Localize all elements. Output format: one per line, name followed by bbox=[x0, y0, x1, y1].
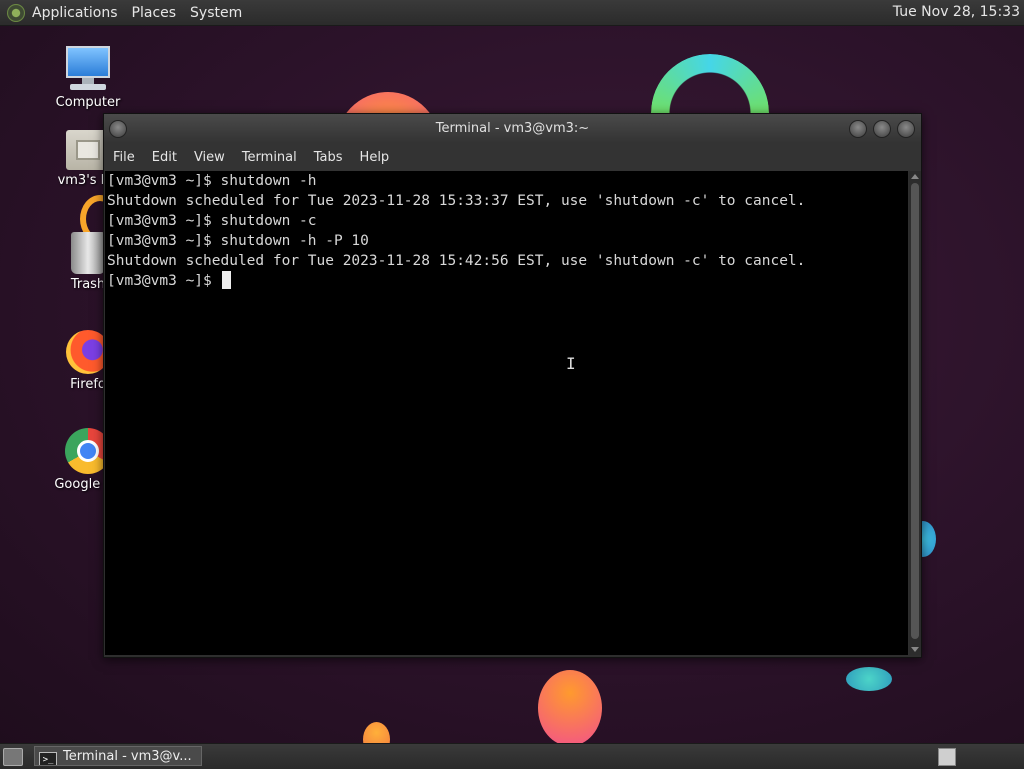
terminal-line: [vm3@vm3 ~]$ shutdown -c bbox=[107, 213, 317, 229]
menu-edit[interactable]: Edit bbox=[152, 150, 177, 165]
terminal-scrollbar[interactable] bbox=[909, 171, 921, 655]
menu-terminal[interactable]: Terminal bbox=[242, 150, 297, 165]
desktop-icon-label: Computer bbox=[55, 95, 121, 110]
minimize-button[interactable] bbox=[849, 120, 867, 138]
trash-icon bbox=[71, 232, 105, 274]
terminal-icon: >_ bbox=[39, 752, 57, 765]
window-titlebar[interactable]: Terminal - vm3@vm3:~ bbox=[104, 114, 921, 143]
mouse-ibeam-cursor-icon: I bbox=[566, 354, 576, 373]
terminal-line: Shutdown scheduled for Tue 2023-11-28 15… bbox=[107, 193, 806, 209]
terminal-window[interactable]: Terminal - vm3@vm3:~ File Edit View Term… bbox=[103, 113, 922, 658]
terminal-output[interactable]: [vm3@vm3 ~]$ shutdown -h Shutdown schedu… bbox=[105, 171, 908, 655]
terminal-line: [vm3@vm3 ~]$ shutdown -h bbox=[107, 173, 317, 189]
workspace-switcher[interactable] bbox=[938, 748, 956, 766]
terminal-menubar: File Edit View Terminal Tabs Help bbox=[104, 143, 921, 171]
close-button[interactable] bbox=[897, 120, 915, 138]
taskbar-terminal-button[interactable]: >_ Terminal - vm3@v... bbox=[34, 746, 202, 766]
computer-icon bbox=[64, 46, 112, 92]
terminal-prompt-line[interactable]: [vm3@vm3 ~]$ bbox=[107, 271, 908, 291]
task-label: Terminal - vm3@v... bbox=[63, 749, 192, 764]
menu-view[interactable]: View bbox=[194, 150, 225, 165]
desktop-icon-computer[interactable]: Computer bbox=[38, 46, 138, 110]
menu-logo-icon[interactable] bbox=[7, 3, 25, 22]
terminal-prompt: [vm3@vm3 ~]$ bbox=[107, 273, 221, 289]
places-menu[interactable]: Places bbox=[132, 5, 177, 21]
clock[interactable]: Tue Nov 28, 15:33 bbox=[893, 4, 1020, 20]
decorative-blob bbox=[538, 670, 602, 746]
scroll-up-arrow-icon[interactable] bbox=[911, 174, 919, 179]
menu-help[interactable]: Help bbox=[360, 150, 390, 165]
scroll-thumb[interactable] bbox=[911, 183, 919, 639]
top-panel: Applications Places System Tue Nov 28, 1… bbox=[0, 0, 1024, 26]
applications-menu[interactable]: Applications bbox=[32, 5, 118, 21]
maximize-button[interactable] bbox=[873, 120, 891, 138]
terminal-line: Shutdown scheduled for Tue 2023-11-28 15… bbox=[107, 253, 806, 269]
terminal-line: [vm3@vm3 ~]$ shutdown -h -P 10 bbox=[107, 233, 369, 249]
show-desktop-icon[interactable] bbox=[3, 748, 23, 766]
bottom-panel: >_ Terminal - vm3@v... bbox=[0, 743, 1024, 769]
menu-file[interactable]: File bbox=[113, 150, 135, 165]
window-title: Terminal - vm3@vm3:~ bbox=[435, 121, 590, 136]
system-menu[interactable]: System bbox=[190, 5, 242, 21]
scroll-down-arrow-icon[interactable] bbox=[911, 647, 919, 652]
menu-tabs[interactable]: Tabs bbox=[314, 150, 343, 165]
decorative-blob bbox=[846, 667, 892, 691]
text-cursor bbox=[221, 271, 231, 289]
window-menu-button[interactable] bbox=[109, 120, 127, 138]
